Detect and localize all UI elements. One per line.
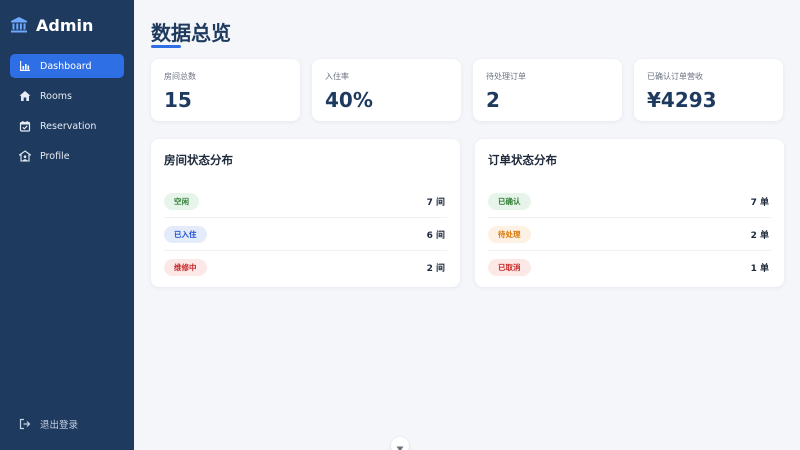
sidebar-item-reservation[interactable]: Reservation bbox=[10, 114, 124, 138]
stat-value: 15 bbox=[164, 88, 192, 112]
list-item: 待处理 2 单 bbox=[488, 218, 771, 251]
page-title: 数据总览 bbox=[151, 21, 231, 45]
panel-title: 订单状态分布 bbox=[488, 153, 557, 167]
status-badge: 已确认 bbox=[488, 192, 531, 210]
stat-label: 已确认订单营收 bbox=[647, 72, 703, 81]
stat-label: 入住率 bbox=[325, 72, 349, 81]
scroll-down-button[interactable] bbox=[391, 437, 409, 450]
sidebar-item-label: Dashboard bbox=[40, 60, 92, 72]
title-underline bbox=[151, 45, 181, 48]
order-status-list: 已确认 7 单 待处理 2 单 已取消 1 单 bbox=[488, 185, 771, 284]
sidebar-nav: Dashboard Rooms Reservation Profile bbox=[10, 54, 124, 174]
list-item: 已取消 1 单 bbox=[488, 251, 771, 284]
panel-title: 房间状态分布 bbox=[164, 153, 233, 167]
sidebar-item-label: Reservation bbox=[40, 120, 97, 132]
status-badge: 空闲 bbox=[164, 192, 199, 210]
stat-card-revenue: 已确认订单营收 ¥4293 bbox=[634, 59, 783, 121]
list-item: 已确认 7 单 bbox=[488, 185, 771, 218]
row-count: 6 间 bbox=[426, 230, 445, 241]
sidebar-item-label: Profile bbox=[40, 150, 70, 162]
bank-icon bbox=[10, 16, 28, 34]
logout-icon bbox=[19, 418, 31, 430]
chevron-down-icon bbox=[396, 437, 404, 450]
row-count: 7 间 bbox=[426, 197, 445, 208]
sidebar: Admin Dashboard Rooms Reservation Profil… bbox=[0, 0, 134, 450]
brand-title: Admin bbox=[36, 15, 94, 35]
stats-row: 房间总数 15 入住率 40% 待处理订单 2 已确认订单营收 ¥4293 bbox=[151, 59, 784, 121]
chart-icon bbox=[19, 60, 31, 72]
user-icon bbox=[19, 150, 31, 162]
sidebar-item-label: Rooms bbox=[40, 90, 73, 102]
home-icon bbox=[19, 90, 31, 102]
row-count: 1 单 bbox=[750, 264, 769, 274]
stat-label: 房间总数 bbox=[164, 72, 196, 81]
stat-value: 40% bbox=[325, 88, 373, 112]
sidebar-item-rooms[interactable]: Rooms bbox=[10, 84, 124, 108]
status-badge: 已取消 bbox=[488, 259, 531, 276]
calendar-check-icon bbox=[19, 120, 31, 132]
row-count: 7 单 bbox=[750, 197, 769, 208]
room-status-list: 空闲 7 间 已入住 6 间 维修中 2 间 bbox=[164, 185, 447, 284]
status-badge: 已入住 bbox=[164, 225, 207, 243]
status-badge: 维修中 bbox=[164, 259, 207, 276]
logout-label: 退出登录 bbox=[40, 420, 79, 431]
stat-label: 待处理订单 bbox=[486, 72, 526, 81]
panels-row: 房间状态分布 空闲 7 间 已入住 6 间 维修中 2 间 订单状态分布 已确认… bbox=[151, 139, 784, 287]
stat-card-pending-orders: 待处理订单 2 bbox=[473, 59, 622, 121]
list-item: 已入住 6 间 bbox=[164, 218, 447, 251]
stat-value: 2 bbox=[486, 88, 500, 112]
stat-card-rooms-total: 房间总数 15 bbox=[151, 59, 300, 121]
sidebar-item-profile[interactable]: Profile bbox=[10, 144, 124, 168]
order-status-panel: 订单状态分布 已确认 7 单 待处理 2 单 已取消 1 单 bbox=[475, 139, 784, 287]
logout-button[interactable]: 退出登录 bbox=[19, 417, 78, 431]
room-status-panel: 房间状态分布 空闲 7 间 已入住 6 间 维修中 2 间 bbox=[151, 139, 460, 287]
row-count: 2 单 bbox=[750, 230, 769, 241]
brand[interactable]: Admin bbox=[10, 13, 93, 37]
status-badge: 待处理 bbox=[488, 225, 531, 243]
stat-card-occupancy: 入住率 40% bbox=[312, 59, 461, 121]
list-item: 空闲 7 间 bbox=[164, 185, 447, 218]
row-count: 2 间 bbox=[426, 264, 445, 274]
list-item: 维修中 2 间 bbox=[164, 251, 447, 284]
stat-value: ¥4293 bbox=[647, 88, 717, 112]
sidebar-item-dashboard[interactable]: Dashboard bbox=[10, 54, 124, 78]
